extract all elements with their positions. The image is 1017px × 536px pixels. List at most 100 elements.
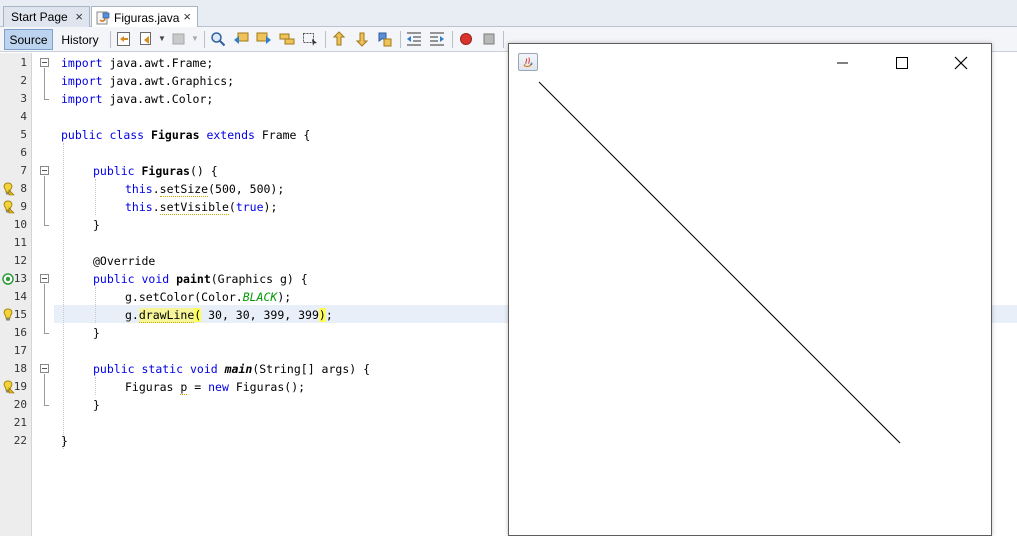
fold-toggle[interactable]	[40, 58, 49, 67]
previous-bookmark-icon[interactable]	[331, 31, 347, 47]
find-next-icon[interactable]	[256, 31, 272, 47]
toolbar-separator	[400, 31, 401, 48]
method-name: paint	[176, 272, 211, 286]
java-file-icon	[96, 11, 110, 24]
code-text: .	[152, 200, 160, 214]
code-line: import java.awt.Color;	[61, 90, 213, 108]
line-number: 2	[20, 74, 27, 87]
code-text: g.	[125, 308, 139, 322]
line-number: 10	[13, 218, 27, 231]
code-text: java.awt.Color;	[102, 92, 214, 106]
last-edit-icon[interactable]	[116, 31, 132, 47]
toggle-bookmark-icon[interactable]	[377, 31, 393, 47]
line-number: 18	[13, 362, 27, 375]
code-text: (String[] args) {	[252, 362, 371, 376]
indent-guide	[95, 179, 96, 215]
warning-bulb-icon[interactable]	[1, 182, 15, 196]
code-text: g.setColor(Color.	[125, 290, 243, 304]
keyword: static	[141, 362, 184, 376]
code-text: () {	[189, 164, 218, 178]
brace-match: )	[318, 308, 326, 322]
hint-bulb-icon[interactable]	[1, 308, 15, 322]
line-number: 21	[13, 416, 27, 429]
override-icon[interactable]	[2, 273, 14, 285]
forward-icon	[172, 33, 185, 45]
find-icon[interactable]	[210, 31, 226, 47]
keyword: extends	[206, 128, 255, 142]
code-line: g.setColor(Color.BLACK);	[125, 288, 291, 306]
java-app-icon	[518, 53, 538, 71]
close-icon[interactable]: ×	[183, 9, 191, 24]
window-titlebar[interactable]	[509, 44, 991, 80]
dropdown-arrow-icon[interactable]: ▼	[158, 34, 166, 43]
method-name: main	[224, 362, 253, 376]
tab-label: Figuras.java	[114, 10, 180, 25]
tab-label: Start Page	[11, 10, 68, 24]
line-number: 1	[20, 56, 27, 69]
keyword: public	[93, 164, 135, 178]
constant: BLACK	[242, 290, 278, 304]
keyword: import	[61, 74, 103, 88]
line-number: 4	[20, 110, 27, 123]
find-selection-icon[interactable]	[279, 31, 295, 47]
code-line: public static void main(String[] args) {	[93, 360, 370, 378]
line-number: 22	[13, 434, 27, 447]
code-folding-column	[32, 53, 54, 536]
fold-guide	[44, 374, 45, 405]
warning-bulb-icon[interactable]	[1, 200, 15, 214]
method-name: Figuras	[141, 164, 190, 178]
toolbar-separator	[110, 31, 111, 48]
indent-guide	[63, 143, 64, 449]
keyword: public	[61, 128, 103, 142]
java-frame-window[interactable]	[508, 43, 992, 536]
fold-guide	[44, 284, 45, 333]
code-line: this.setSize(500, 500);	[125, 180, 284, 198]
minimize-button[interactable]	[819, 50, 865, 76]
keyword: this	[125, 200, 153, 214]
fold-guide	[44, 225, 49, 226]
keyword: import	[61, 92, 103, 106]
tab-figuras-java[interactable]: Figuras.java ×	[91, 6, 198, 28]
code-line: }	[61, 434, 68, 448]
keyword: void	[141, 272, 170, 286]
tab-start-page[interactable]: Start Page ×	[3, 6, 90, 27]
line-number: 6	[20, 146, 27, 159]
shift-right-icon[interactable]	[429, 31, 445, 47]
line-number: 3	[20, 92, 27, 105]
keyword: public	[93, 362, 135, 376]
start-macro-icon[interactable]	[458, 31, 474, 47]
fold-guide	[44, 176, 45, 225]
history-view-button[interactable]: History	[56, 29, 104, 50]
method-call: setVisible	[159, 200, 229, 215]
find-previous-icon[interactable]	[233, 31, 249, 47]
source-view-button[interactable]: Source	[4, 29, 53, 50]
code-line: }	[93, 218, 100, 232]
shift-left-icon[interactable]	[406, 31, 422, 47]
toolbar-separator	[503, 31, 504, 48]
close-button[interactable]	[938, 50, 984, 76]
fold-toggle[interactable]	[40, 274, 49, 283]
close-icon[interactable]: ×	[75, 9, 83, 24]
back-icon[interactable]	[139, 31, 155, 47]
indent-guide	[95, 377, 96, 395]
line-number: 5	[20, 128, 27, 141]
maximize-button[interactable]	[879, 50, 925, 76]
method-call: drawLine	[138, 308, 195, 323]
line-number: 11	[13, 236, 27, 249]
line-number: 17	[13, 344, 27, 357]
code-line: import java.awt.Frame;	[61, 54, 213, 72]
fold-toggle[interactable]	[40, 364, 49, 373]
stop-macro-icon[interactable]	[481, 31, 497, 47]
method-call: setSize	[159, 182, 209, 197]
warning-bulb-icon[interactable]	[1, 380, 15, 394]
editor-tab-bar: Start Page × Figuras.java ×	[0, 0, 1017, 28]
code-line: public Figuras() {	[93, 162, 218, 180]
fold-guide	[44, 405, 49, 406]
keyword: public	[93, 272, 135, 286]
fold-toggle[interactable]	[40, 166, 49, 175]
fold-guide	[44, 99, 49, 100]
next-bookmark-icon[interactable]	[354, 31, 370, 47]
keyword: true	[235, 200, 264, 214]
drawn-line	[538, 81, 901, 444]
toggle-highlight-icon[interactable]	[302, 31, 318, 47]
